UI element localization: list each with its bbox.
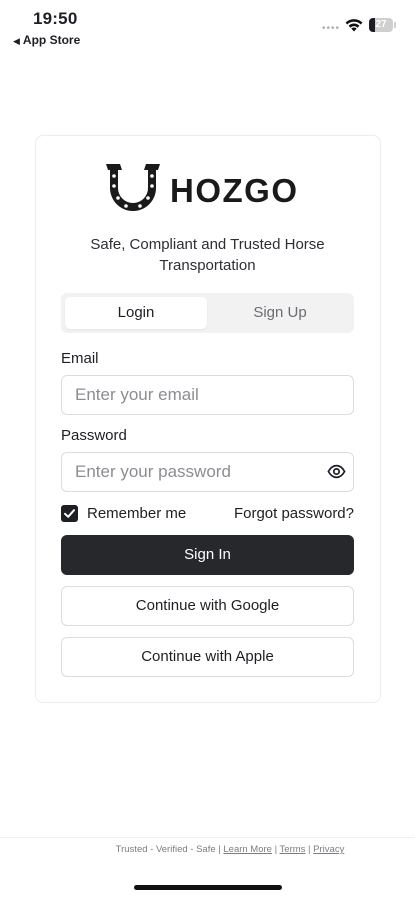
eye-icon[interactable] xyxy=(327,462,346,481)
privacy-link[interactable]: Privacy xyxy=(313,844,344,855)
wifi-icon xyxy=(345,19,363,32)
footer-separator: | xyxy=(305,844,314,855)
checkmark-icon xyxy=(64,509,75,518)
battery-icon: 27 xyxy=(369,18,396,32)
terms-link[interactable]: Terms xyxy=(280,844,306,855)
back-label: App Store xyxy=(22,33,81,47)
battery-cap xyxy=(394,22,396,28)
login-screen: 19:50 ◀ App Store •••• 27 HOZGO Safe, Co… xyxy=(0,0,415,900)
email-field[interactable] xyxy=(61,375,354,415)
continue-with-apple-button[interactable]: Continue with Apple xyxy=(61,637,354,677)
status-bar: 19:50 ◀ App Store •••• 27 xyxy=(0,0,415,50)
auth-tabs: Login Sign Up xyxy=(61,293,354,333)
back-triangle-icon: ◀ xyxy=(13,36,20,46)
battery-level: 27 xyxy=(375,19,387,30)
email-label: Email xyxy=(61,350,99,367)
continue-with-google-button[interactable]: Continue with Google xyxy=(61,586,354,626)
remember-me-checkbox[interactable] xyxy=(61,505,78,522)
tab-login[interactable]: Login xyxy=(65,297,207,329)
brand-name: HOZGO xyxy=(170,172,299,209)
sign-in-button[interactable]: Sign In xyxy=(61,535,354,575)
status-time: 19:50 xyxy=(33,9,78,28)
footer-tagline: Trusted - Verified - Safe | xyxy=(115,844,224,855)
footer-separator: | xyxy=(271,844,280,855)
back-to-app-store-link[interactable]: ◀ App Store xyxy=(13,33,80,47)
password-field[interactable] xyxy=(61,452,354,492)
remember-row: Remember me Forgot password? xyxy=(61,504,354,524)
remember-me-label[interactable]: Remember me xyxy=(87,504,186,523)
cellular-signal-icon: •••• xyxy=(322,23,341,34)
brand-tagline: Safe, Compliant and Trusted Horse Transp… xyxy=(90,236,325,274)
learn-more-link[interactable]: Learn More xyxy=(223,844,272,855)
forgot-password-link[interactable]: Forgot password? xyxy=(234,504,354,523)
battery-body: 27 xyxy=(369,18,393,32)
tab-signup[interactable]: Sign Up xyxy=(209,297,351,329)
home-indicator[interactable] xyxy=(134,885,282,890)
password-label: Password xyxy=(61,427,127,444)
footer: Trusted - Verified - Safe | Learn More |… xyxy=(0,844,415,855)
footer-divider xyxy=(0,837,415,838)
